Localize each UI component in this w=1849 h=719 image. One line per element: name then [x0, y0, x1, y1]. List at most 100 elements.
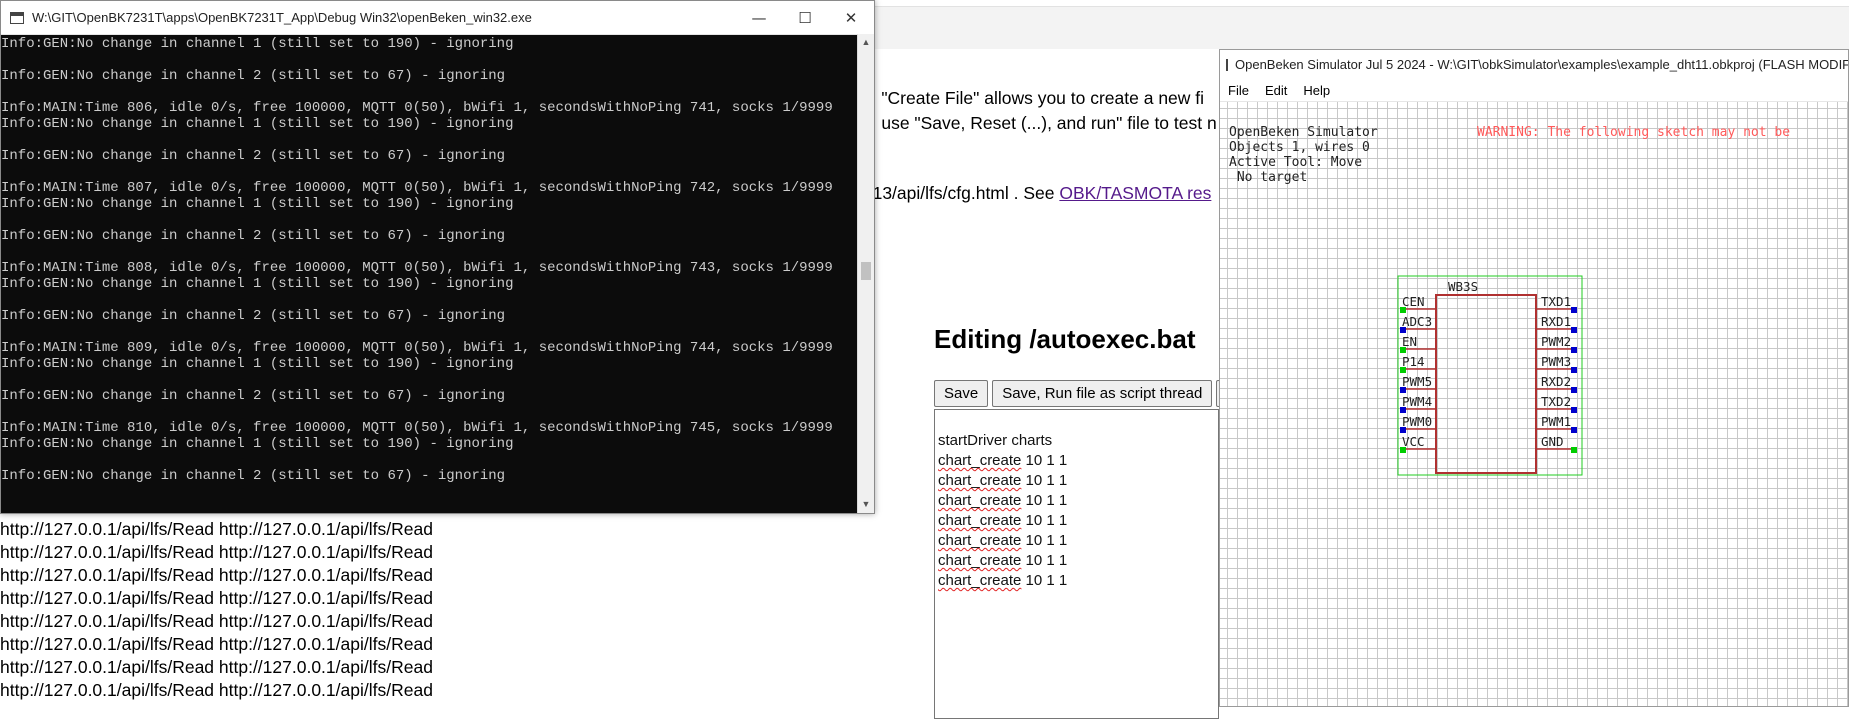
editor-line: chart_create 10 1 1 — [935, 551, 1218, 571]
chip-pin-label: P14 — [1402, 354, 1425, 369]
console-output: Info:GEN:No change in channel 1 (still s… — [1, 34, 858, 515]
console-line: Info:MAIN:Time 807, idle 0/s, free 10000… — [1, 180, 833, 196]
console-line: Info:GEN:No change in channel 2 (still s… — [1, 308, 506, 324]
lfs-read-link[interactable]: http://127.0.0.1/api/lfs/Read http://127… — [0, 564, 875, 587]
console-title: W:\GIT\OpenBK7231T\apps\OpenBK7231T_App\… — [32, 10, 532, 25]
close-icon[interactable]: ✕ — [828, 1, 874, 34]
console-line: Info:GEN:No change in channel 1 (still s… — [1, 356, 514, 372]
chip-name-label: WB3S — [1448, 279, 1478, 294]
chip-pin-connector — [1571, 427, 1577, 433]
menu-help[interactable]: Help — [1295, 83, 1338, 98]
editor-args: 10 1 1 — [1021, 452, 1068, 469]
chip-body — [1435, 294, 1537, 474]
chip-pin-connector — [1571, 387, 1577, 393]
console-line: Info:GEN:No change in channel 1 (still s… — [1, 196, 514, 212]
chip-pin-connector — [1400, 327, 1406, 333]
chip-pin-label: PWM5 — [1402, 374, 1432, 389]
editor-command: chart_create — [938, 572, 1022, 589]
console-line: Info:GEN:No change in channel 1 (still s… — [1, 276, 514, 292]
chip-pin-connector — [1400, 347, 1406, 353]
lfs-read-link[interactable]: http://127.0.0.1/api/lfs/Read http://127… — [0, 633, 875, 656]
console-scrollbar[interactable]: ▲ ▼ — [857, 34, 874, 513]
lfs-read-link[interactable]: http://127.0.0.1/api/lfs/Read http://127… — [0, 656, 875, 679]
chip-pin-label: RXD1 — [1541, 314, 1571, 329]
page-description-text: .213/api/lfs/cfg.html . See — [858, 183, 1060, 203]
chip-pin-label: RXD2 — [1541, 374, 1571, 389]
scroll-down-arrow-icon[interactable]: ▼ — [858, 496, 874, 513]
lfs-read-link[interactable]: http://127.0.0.1/api/lfs/Read http://127… — [0, 679, 875, 702]
lfs-read-link-list: http://127.0.0.1/api/lfs/Read http://127… — [0, 518, 875, 702]
chip-pin-connector — [1571, 407, 1577, 413]
minimize-icon[interactable]: — — [736, 1, 782, 34]
lfs-read-link[interactable]: http://127.0.0.1/api/lfs/Read http://127… — [0, 518, 875, 541]
editor-args: 10 1 1 — [1021, 472, 1068, 489]
chip-pin-connector — [1571, 307, 1577, 313]
console-line: Info:GEN:No change in channel 2 (still s… — [1, 228, 506, 244]
editor-line: chart_create 10 1 1 — [935, 451, 1218, 471]
editor-args: 10 1 1 — [1021, 492, 1068, 509]
editor-toolbar: SaveSave, Run file as script threadSa — [934, 380, 1259, 407]
wb3s-chip[interactable]: WB3S CEN ADC3 EN P14 PWM5 PWM4 PWM0 VCC TXD1 RXD1 P… — [1220, 102, 1849, 707]
script-editor-textarea[interactable]: startDriver charts chart_create 10 1 1 cha… — [934, 409, 1219, 719]
chip-pin-label: PWM2 — [1541, 334, 1571, 349]
chip-pin-label: GND — [1541, 434, 1564, 449]
simulator-canvas[interactable]: OpenBeken Simulator Objects 1, wires 0 A… — [1220, 102, 1849, 707]
simulator-app-icon — [1226, 58, 1228, 71]
lfs-read-link[interactable]: http://127.0.0.1/api/lfs/Read http://127… — [0, 541, 875, 564]
editor-args: 10 1 1 — [1021, 572, 1068, 589]
save-button[interactable]: Save — [934, 380, 989, 407]
editor-args: charts — [1007, 432, 1053, 449]
chip-pin-connector — [1400, 427, 1406, 433]
editor-command: chart_create — [938, 492, 1022, 509]
chip-pin-label: VCC — [1402, 434, 1425, 449]
scroll-thumb[interactable] — [861, 262, 871, 280]
obk-tasmota-link[interactable]: OBK/TASMOTA res — [1059, 183, 1211, 203]
page-description-line-2: le, use "Save, Reset (...), and run" fil… — [858, 113, 1217, 133]
editor-args: 10 1 1 — [1021, 532, 1068, 549]
chip-pin-connector — [1400, 367, 1406, 373]
maximize-icon[interactable]: ☐ — [782, 1, 828, 34]
chip-pin-label: CEN — [1402, 294, 1425, 309]
console-line: Info:GEN:No change in channel 1 (still s… — [1, 116, 514, 132]
editor-line: chart_create 10 1 1 — [935, 511, 1218, 531]
chip-pin-connector — [1400, 307, 1406, 313]
editor-command: chart_create — [938, 472, 1022, 489]
console-app-icon — [10, 11, 24, 24]
menu-file[interactable]: File — [1220, 83, 1257, 98]
editor-line: startDriver charts — [935, 431, 1218, 451]
simulator-window[interactable]: OpenBeken Simulator Jul 5 2024 - W:\GIT\… — [1219, 49, 1849, 707]
lfs-read-link[interactable]: http://127.0.0.1/api/lfs/Read http://127… — [0, 610, 875, 633]
lfs-read-link[interactable]: http://127.0.0.1/api/lfs/Read http://127… — [0, 587, 875, 610]
chip-pin-label: PWM4 — [1402, 394, 1432, 409]
simulator-titlebar[interactable]: OpenBeken Simulator Jul 5 2024 - W:\GIT\… — [1220, 50, 1848, 79]
chip-pin-connector — [1571, 367, 1577, 373]
chip-pin-label: PWM3 — [1541, 354, 1571, 369]
console-line: Info:MAIN:Time 810, idle 0/s, free 10000… — [1, 420, 833, 436]
page-description-line-1: xt. "Create File" allows you to create a… — [858, 88, 1205, 108]
chip-pin-label: ADC3 — [1402, 314, 1432, 329]
menu-edit[interactable]: Edit — [1257, 83, 1295, 98]
editor-heading: Editing /autoexec.bat — [934, 324, 1196, 354]
console-line: Info:GEN:No change in channel 1 (still s… — [1, 36, 514, 52]
editor-line: chart_create 10 1 1 — [935, 571, 1218, 591]
scroll-up-arrow-icon[interactable]: ▲ — [858, 34, 874, 51]
simulator-menubar: File Edit Help — [1220, 79, 1848, 102]
console-line: Info:MAIN:Time 806, idle 0/s, free 10000… — [1, 100, 833, 116]
chip-pin-label: TXD2 — [1541, 394, 1571, 409]
console-line: Info:GEN:No change in channel 2 (still s… — [1, 388, 506, 404]
console-line: Info:GEN:No change in channel 2 (still s… — [1, 468, 506, 484]
console-window[interactable]: W:\GIT\OpenBK7231T\apps\OpenBK7231T_App\… — [0, 0, 875, 514]
page-description-line-3: .213/api/lfs/cfg.html . See OBK/TASMOTA … — [858, 183, 1211, 204]
save-run-script-thread-button[interactable]: Save, Run file as script thread — [992, 380, 1213, 407]
console-titlebar[interactable]: W:\GIT\OpenBK7231T\apps\OpenBK7231T_App\… — [1, 1, 874, 35]
console-line: Info:GEN:No change in channel 1 (still s… — [1, 436, 514, 452]
simulator-title: OpenBeken Simulator Jul 5 2024 - W:\GIT\… — [1235, 57, 1849, 72]
